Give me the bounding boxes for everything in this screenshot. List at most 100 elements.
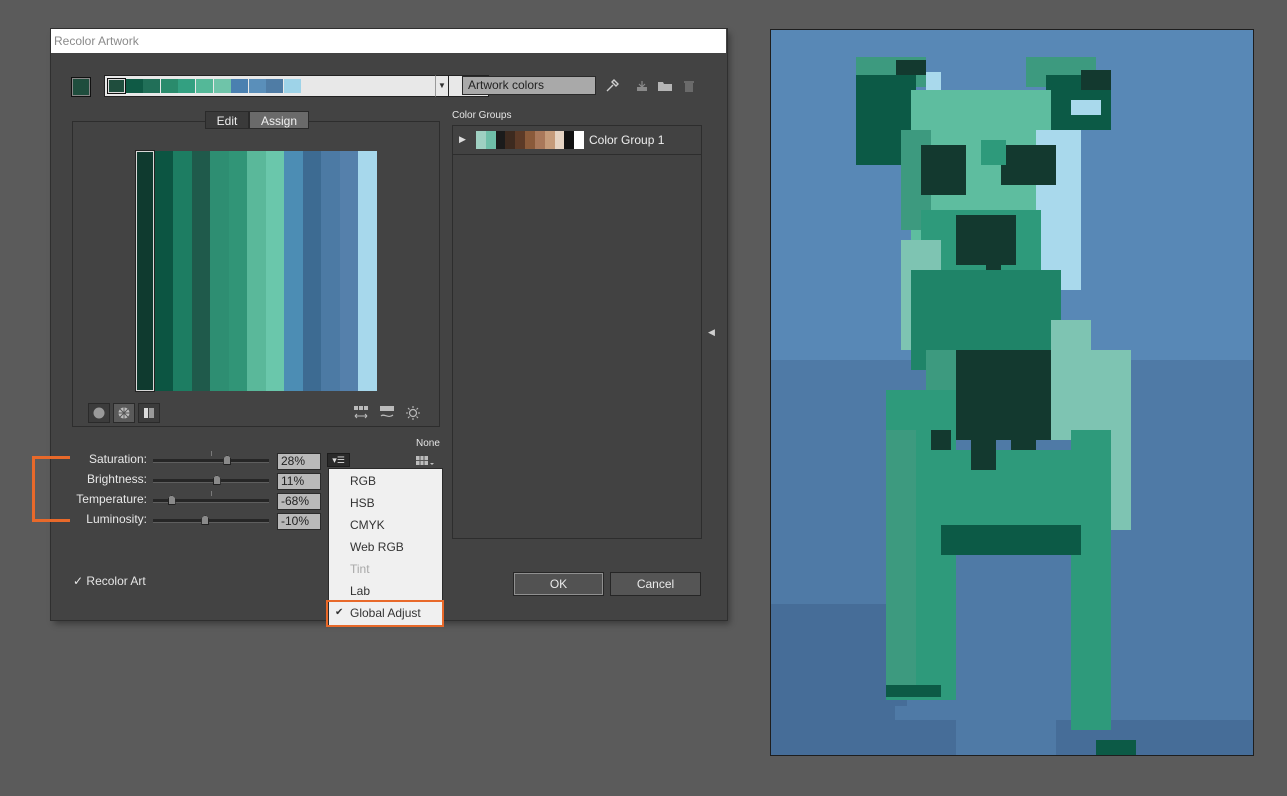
slider-value-field[interactable]: -10% bbox=[277, 513, 321, 530]
harmony-swatch bbox=[266, 79, 284, 93]
fur-shadow bbox=[971, 440, 996, 470]
fur-shadow bbox=[931, 430, 951, 450]
color-groups-label: Color Groups bbox=[452, 110, 512, 121]
harmony-swatch bbox=[213, 79, 231, 93]
color-bar[interactable] bbox=[173, 151, 193, 391]
slider-value-field[interactable]: -68% bbox=[277, 493, 321, 510]
paw-right bbox=[1096, 740, 1136, 755]
smooth-wheel-button[interactable] bbox=[88, 403, 110, 423]
slider-track[interactable] bbox=[153, 459, 269, 463]
chest-side bbox=[926, 350, 956, 390]
segmented-wheel-button[interactable] bbox=[113, 403, 135, 423]
color-bar[interactable] bbox=[210, 151, 230, 391]
brow bbox=[981, 140, 1006, 165]
menu-item-label: Web RGB bbox=[350, 540, 404, 554]
harmony-swatch bbox=[143, 79, 161, 93]
find-color-in-artwork-icon[interactable] bbox=[403, 405, 423, 423]
color-mode-menu-button[interactable]: ▾☰ bbox=[327, 453, 350, 467]
color-groups-panel bbox=[452, 125, 702, 539]
color-group-row[interactable]: ▶ Color Group 1 bbox=[453, 127, 701, 155]
collapse-panel-arrow-icon[interactable]: ◀ bbox=[708, 327, 718, 341]
chest-dark bbox=[951, 350, 1061, 440]
color-bar[interactable] bbox=[358, 151, 378, 391]
color-reduction-options-icon[interactable] bbox=[415, 454, 435, 468]
global-adjust-highlight bbox=[326, 600, 444, 627]
artwork-canvas[interactable] bbox=[770, 29, 1254, 756]
color-bar[interactable] bbox=[265, 151, 285, 391]
belly-shadow bbox=[941, 525, 1081, 555]
color-bar[interactable] bbox=[191, 151, 211, 391]
group-swatch bbox=[505, 131, 516, 149]
expand-arrow-icon[interactable]: ▶ bbox=[459, 134, 466, 145]
color-bar[interactable] bbox=[247, 151, 267, 391]
menu-item-lab[interactable]: Lab bbox=[329, 580, 442, 602]
harmony-swatch bbox=[196, 79, 213, 93]
harmony-dropdown-arrow[interactable]: ▼ bbox=[435, 75, 449, 97]
menu-item-label: HSB bbox=[350, 496, 375, 510]
leg-right bbox=[1071, 430, 1111, 730]
color-bar[interactable] bbox=[339, 151, 359, 391]
menu-item-label: Tint bbox=[350, 562, 370, 576]
trash-icon[interactable] bbox=[681, 79, 697, 95]
slider-value-field[interactable]: 28% bbox=[277, 453, 321, 470]
menu-item-hsb[interactable]: HSB bbox=[329, 492, 442, 514]
color-bar[interactable] bbox=[321, 151, 341, 391]
selected-color-bar[interactable] bbox=[135, 150, 155, 392]
slider-center-tick bbox=[211, 451, 212, 456]
menu-item-tint: Tint bbox=[329, 558, 442, 580]
save-color-group-icon[interactable] bbox=[634, 79, 650, 95]
fur-shadow bbox=[1011, 430, 1036, 450]
side-right bbox=[1051, 320, 1091, 440]
artwork-colors-field[interactable]: Artwork colors bbox=[462, 76, 596, 95]
color-group-name: Color Group 1 bbox=[589, 133, 665, 147]
harmony-swatch bbox=[284, 79, 301, 93]
group-swatch bbox=[476, 131, 487, 149]
harmony-swatch bbox=[160, 79, 178, 93]
group-swatch bbox=[495, 131, 506, 149]
group-swatch bbox=[525, 131, 536, 149]
color-bar[interactable] bbox=[284, 151, 304, 391]
active-color-swatch[interactable] bbox=[71, 77, 91, 97]
eye-right bbox=[1001, 145, 1056, 185]
dog-pixel-art bbox=[771, 30, 1253, 755]
tab-edit[interactable]: Edit bbox=[205, 111, 249, 129]
slider-track[interactable] bbox=[153, 519, 269, 523]
slider-handle[interactable] bbox=[212, 475, 221, 485]
slider-track[interactable] bbox=[153, 479, 269, 483]
slider-handle[interactable] bbox=[167, 495, 176, 505]
menu-item-rgb[interactable]: RGB bbox=[329, 470, 442, 492]
group-swatch bbox=[564, 131, 575, 149]
harmony-swatch bbox=[248, 79, 266, 93]
menu-item-web-rgb[interactable]: Web RGB bbox=[329, 536, 442, 558]
tab-assign[interactable]: Assign bbox=[249, 111, 309, 129]
eyedropper-icon[interactable] bbox=[604, 79, 620, 95]
color-bar[interactable] bbox=[228, 151, 248, 391]
menu-item-cmyk[interactable]: CMYK bbox=[329, 514, 442, 536]
color-bars-button[interactable] bbox=[138, 403, 160, 423]
menu-item-label: RGB bbox=[350, 474, 377, 488]
slider-handle[interactable] bbox=[201, 515, 210, 525]
group-swatch bbox=[515, 131, 526, 149]
annotation-bracket bbox=[32, 456, 70, 522]
recolor-art-checkbox[interactable]: ✓ Recolor Art bbox=[73, 574, 146, 588]
randomize-order-icon[interactable] bbox=[351, 405, 371, 423]
cancel-button[interactable]: Cancel bbox=[610, 572, 701, 596]
color-group-swatches bbox=[476, 131, 585, 149]
group-swatch bbox=[554, 131, 565, 149]
harmony-swatch bbox=[178, 79, 196, 93]
group-swatch bbox=[544, 131, 556, 149]
group-swatch bbox=[534, 131, 546, 149]
color-reduction-label: None bbox=[416, 438, 440, 449]
folder-icon[interactable] bbox=[657, 79, 673, 95]
slider-value-field[interactable]: 11% bbox=[277, 473, 321, 490]
recolor-art-label: Recolor Art bbox=[86, 574, 146, 588]
ok-button[interactable]: OK bbox=[513, 572, 604, 596]
ear-right bbox=[1081, 70, 1111, 90]
menu-item-label: CMYK bbox=[350, 518, 385, 532]
color-bar[interactable] bbox=[302, 151, 322, 391]
color-bars[interactable] bbox=[136, 151, 378, 391]
harmony-colors-bar[interactable] bbox=[104, 75, 489, 97]
randomize-saturation-icon[interactable] bbox=[377, 405, 397, 423]
color-bar[interactable] bbox=[154, 151, 174, 391]
slider-handle[interactable] bbox=[223, 455, 232, 465]
